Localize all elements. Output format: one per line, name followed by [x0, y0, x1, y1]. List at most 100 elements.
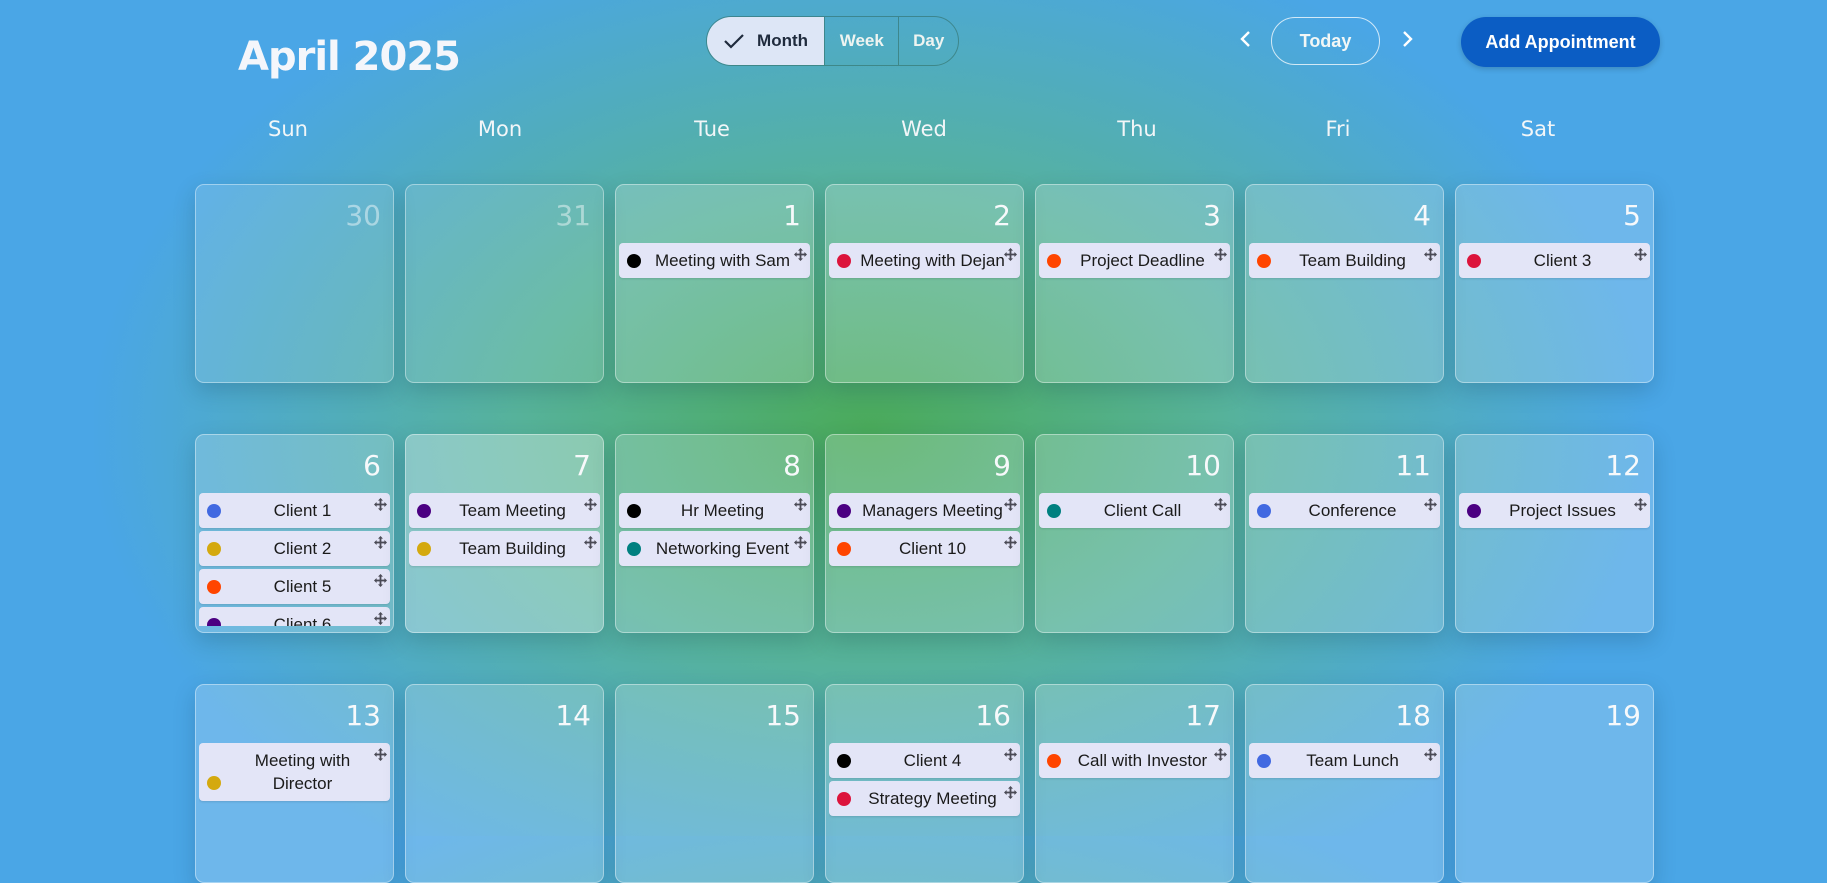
- event-list: [409, 243, 600, 376]
- event-list: Client 1 Client 2 Client 5 Client 6: [199, 493, 390, 626]
- day-cell[interactable]: 12 Project Issues: [1455, 434, 1654, 633]
- drag-handle-icon[interactable]: [374, 534, 387, 549]
- event-color-dot: [207, 542, 221, 556]
- drag-handle-icon[interactable]: [1634, 496, 1647, 511]
- drag-handle-icon[interactable]: [794, 534, 807, 549]
- week-view-button[interactable]: Week: [824, 17, 898, 65]
- day-cell[interactable]: 8 Hr Meeting Networking Event: [615, 434, 814, 633]
- event-item[interactable]: Project Issues: [1459, 493, 1650, 528]
- drag-handle-icon[interactable]: [1004, 784, 1017, 799]
- event-label: Team Building: [459, 538, 566, 558]
- event-label: Client 2: [273, 538, 332, 558]
- event-item[interactable]: Team Lunch: [1249, 743, 1440, 778]
- event-label: Team Lunch: [1306, 750, 1399, 770]
- day-cell[interactable]: 1 Meeting with Sam: [615, 184, 814, 383]
- drag-handle-icon[interactable]: [794, 496, 807, 511]
- event-item[interactable]: Client Call: [1039, 493, 1230, 528]
- drag-handle-icon[interactable]: [1004, 496, 1017, 511]
- event-item[interactable]: Hr Meeting: [619, 493, 810, 528]
- day-cell[interactable]: 5 Client 3: [1455, 184, 1654, 383]
- event-item[interactable]: Strategy Meeting: [829, 781, 1020, 816]
- event-label: Team Meeting: [459, 500, 566, 520]
- event-item[interactable]: Client 2: [199, 531, 390, 566]
- drag-handle-icon[interactable]: [584, 496, 597, 511]
- day-cell[interactable]: 31: [405, 184, 604, 383]
- next-month-button[interactable]: [1392, 26, 1422, 56]
- event-label: Project Issues: [1509, 500, 1616, 520]
- event-item[interactable]: Team Building: [409, 531, 600, 566]
- drag-handle-icon[interactable]: [1634, 246, 1647, 261]
- drag-handle-icon[interactable]: [1424, 746, 1437, 761]
- event-item[interactable]: Networking Event: [619, 531, 810, 566]
- event-item[interactable]: Meeting with Sam: [619, 243, 810, 278]
- day-cell[interactable]: 19: [1455, 684, 1654, 883]
- drag-handle-icon[interactable]: [1004, 246, 1017, 261]
- day-cell[interactable]: 17 Call with Investor: [1035, 684, 1234, 883]
- event-item[interactable]: Client 6: [199, 607, 390, 626]
- today-button[interactable]: Today: [1271, 17, 1380, 65]
- event-label: Meeting with Director: [254, 751, 351, 793]
- event-label: Client 6: [273, 614, 332, 627]
- drag-handle-icon[interactable]: [374, 572, 387, 587]
- add-appointment-button[interactable]: Add Appointment: [1461, 17, 1660, 67]
- day-cell[interactable]: 11 Conference: [1245, 434, 1444, 633]
- event-color-dot: [837, 254, 851, 268]
- day-cell[interactable]: 7 Team Meeting Team Building: [405, 434, 604, 633]
- event-item[interactable]: Meeting with Dejan: [829, 243, 1020, 278]
- drag-handle-icon[interactable]: [1214, 746, 1227, 761]
- drag-handle-icon[interactable]: [374, 496, 387, 511]
- event-color-dot: [627, 542, 641, 556]
- month-view-button[interactable]: Month: [707, 17, 825, 65]
- weekday-fri: Fri: [1325, 117, 1351, 141]
- day-cell[interactable]: 13 Meeting with Director: [195, 684, 394, 883]
- drag-handle-icon[interactable]: [1004, 534, 1017, 549]
- event-label: Conference: [1308, 500, 1397, 520]
- day-cell[interactable]: 2 Meeting with Dejan: [825, 184, 1024, 383]
- day-cell[interactable]: 3 Project Deadline: [1035, 184, 1234, 383]
- day-cell[interactable]: 16 Client 4 Strategy Meeting: [825, 684, 1024, 883]
- day-cell[interactable]: 30: [195, 184, 394, 383]
- drag-handle-icon[interactable]: [584, 534, 597, 549]
- drag-handle-icon[interactable]: [374, 746, 387, 761]
- event-item[interactable]: Managers Meeting: [829, 493, 1020, 528]
- check-icon: [723, 32, 745, 50]
- event-list: Project Issues: [1459, 493, 1650, 626]
- event-color-dot: [1257, 754, 1271, 768]
- event-list: Client 3: [1459, 243, 1650, 376]
- event-item[interactable]: Client 5: [199, 569, 390, 604]
- drag-handle-icon[interactable]: [1214, 496, 1227, 511]
- drag-handle-icon[interactable]: [1004, 746, 1017, 761]
- day-cell[interactable]: 9 Managers Meeting Client 10: [825, 434, 1024, 633]
- event-item[interactable]: Client 1: [199, 493, 390, 528]
- drag-handle-icon[interactable]: [1214, 246, 1227, 261]
- drag-handle-icon[interactable]: [794, 246, 807, 261]
- weekday-mon: Mon: [477, 117, 523, 141]
- event-item[interactable]: Client 4: [829, 743, 1020, 778]
- event-color-dot: [1467, 254, 1481, 268]
- day-cell[interactable]: 18 Team Lunch: [1245, 684, 1444, 883]
- event-list: Meeting with Director: [199, 743, 390, 876]
- drag-handle-icon[interactable]: [374, 610, 387, 625]
- previous-month-button[interactable]: [1231, 26, 1261, 56]
- day-cell[interactable]: 14: [405, 684, 604, 883]
- event-item[interactable]: Conference: [1249, 493, 1440, 528]
- event-item[interactable]: Client 3: [1459, 243, 1650, 278]
- drag-handle-icon[interactable]: [1424, 246, 1437, 261]
- drag-handle-icon[interactable]: [1424, 496, 1437, 511]
- event-list: Team Lunch: [1249, 743, 1440, 876]
- day-number: 4: [1413, 199, 1431, 232]
- event-color-dot: [837, 792, 851, 806]
- day-cell[interactable]: 4 Team Building: [1245, 184, 1444, 383]
- event-item[interactable]: Project Deadline: [1039, 243, 1230, 278]
- event-color-dot: [207, 618, 221, 626]
- day-cell[interactable]: 15: [615, 684, 814, 883]
- day-cell[interactable]: 10 Client Call: [1035, 434, 1234, 633]
- event-item[interactable]: Team Building: [1249, 243, 1440, 278]
- event-color-dot: [837, 542, 851, 556]
- event-item[interactable]: Client 10: [829, 531, 1020, 566]
- event-item[interactable]: Team Meeting: [409, 493, 600, 528]
- event-item[interactable]: Call with Investor: [1039, 743, 1230, 778]
- event-item[interactable]: Meeting with Director: [199, 743, 390, 801]
- day-cell[interactable]: 6 Client 1 Client 2 Client 5 Client 6: [195, 434, 394, 633]
- day-view-button[interactable]: Day: [898, 17, 958, 65]
